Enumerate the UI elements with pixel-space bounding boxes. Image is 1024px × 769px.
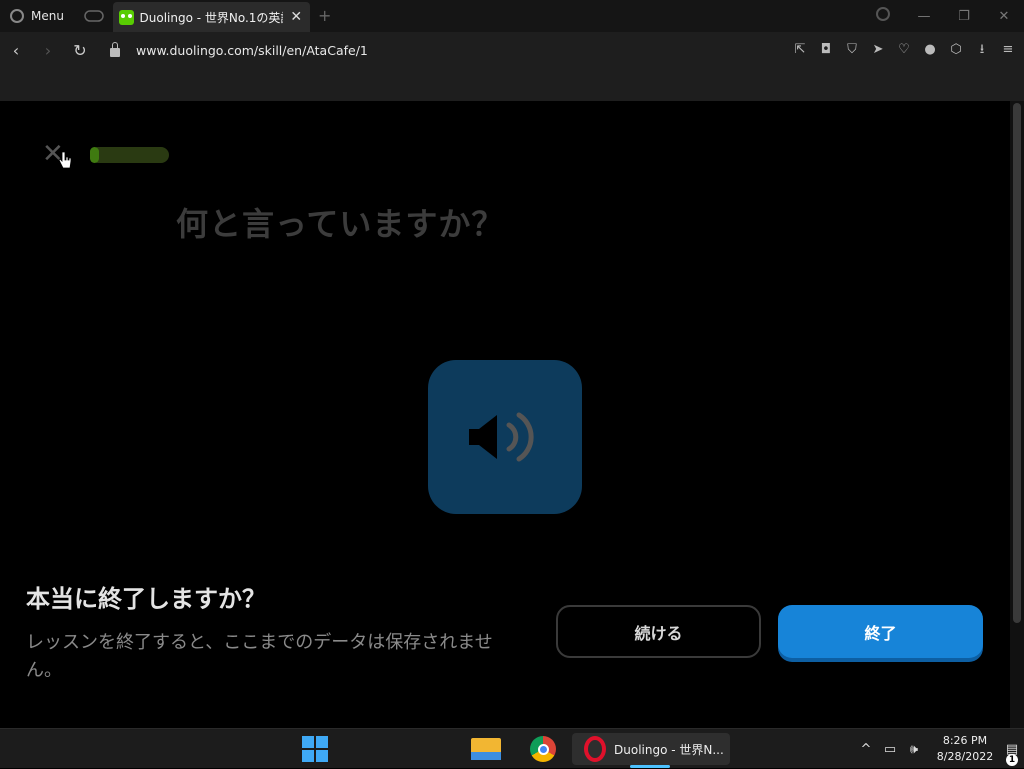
forward-icon[interactable]: › <box>32 41 64 60</box>
easy-setup-icon[interactable]: ≡ <box>1000 42 1016 58</box>
lesson-progress-fill <box>90 147 100 163</box>
opera-menu-button[interactable]: Menu <box>0 0 74 32</box>
window-controls: — ❐ ✕ <box>904 0 1024 32</box>
play-audio-button[interactable] <box>428 360 582 514</box>
heart-icon[interactable]: ♡ <box>896 42 912 58</box>
opera-taskbar-button[interactable]: Duolingo - 世界N... <box>572 733 730 768</box>
quit-dialog-message: レッスンを終了すると、ここまでのデータは保存されません。 <box>26 632 493 681</box>
browser-tab-bar: Menu Duolingo - 世界No.1の英語 ✕ + — ❐ ✕ <box>0 0 1024 32</box>
camera-icon[interactable]: ◘ <box>818 42 834 58</box>
opera-icon <box>584 736 606 762</box>
shield-icon[interactable]: ⛉ <box>844 42 860 58</box>
share-icon[interactable]: ⇱ <box>792 42 808 58</box>
clock[interactable]: 8:26 PM 8/28/2022 <box>930 733 1000 765</box>
continue-button[interactable]: 続ける <box>556 605 761 658</box>
new-tab-icon[interactable]: + <box>318 6 331 25</box>
active-tab[interactable]: Duolingo - 世界No.1の英語 ✕ <box>113 2 310 32</box>
tab-title: Duolingo - 世界No.1の英語 <box>139 10 283 25</box>
volume-icon[interactable]: 🕪 <box>902 742 926 757</box>
notification-count: 1 <box>1006 753 1018 766</box>
hand-cursor-icon <box>58 151 72 169</box>
chrome-icon <box>530 736 556 762</box>
lesson-page: ✕ 何と言っていますか？ 本当に終了しますか？ レッスンを終了すると、ここまでの… <box>0 101 1010 728</box>
menu-label: Menu <box>31 9 64 23</box>
vpn-icon[interactable]: ● <box>922 42 938 58</box>
duolingo-favicon-icon <box>119 9 134 25</box>
url-field[interactable]: www.duolingo.com/skill/en/AtaCafe/1 <box>136 43 368 58</box>
cube-icon[interactable]: ⬡ <box>948 42 964 58</box>
scrollbar-thumb[interactable] <box>1013 103 1021 623</box>
windows-logo-icon <box>302 736 328 762</box>
reload-icon[interactable]: ↻ <box>64 41 96 60</box>
gamepad-icon[interactable] <box>84 9 104 23</box>
start-button[interactable] <box>300 733 330 765</box>
send-icon[interactable]: ➤ <box>870 42 886 58</box>
window-close-icon[interactable]: ✕ <box>984 9 1024 24</box>
tab-close-icon[interactable]: ✕ <box>289 9 304 25</box>
clock-date: 8/28/2022 <box>936 750 994 763</box>
address-bar-icons: ⇱ ◘ ⛉ ➤ ♡ ● ⬡ ⭳ ≡ <box>792 32 1016 68</box>
lesson-progress-bar <box>90 147 169 163</box>
opera-task-label: Duolingo - 世界N... <box>614 742 724 757</box>
file-explorer-button[interactable] <box>468 733 504 765</box>
address-bar: ‹ › ↻ www.duolingo.com/skill/en/AtaCafe/… <box>0 32 1024 68</box>
chrome-button[interactable] <box>525 733 561 765</box>
notification-icon[interactable]: ▤ 1 <box>1000 742 1024 766</box>
restore-icon[interactable]: ❐ <box>944 9 984 24</box>
clock-time: 8:26 PM <box>942 734 988 747</box>
lock-icon <box>110 41 120 57</box>
back-icon[interactable]: ‹ <box>0 41 32 60</box>
quit-button[interactable]: 終了 <box>778 605 983 658</box>
minimize-icon[interactable]: — <box>904 9 944 24</box>
download-icon[interactable]: ⭳ <box>974 42 990 58</box>
tab-search-icon[interactable] <box>876 7 890 21</box>
lesson-prompt: 何と言っていますか？ <box>176 205 505 243</box>
system-tray: ^ ▭ 🕪 8:26 PM 8/28/2022 ▤ 1 <box>854 729 1024 769</box>
chevron-up-icon[interactable]: ^ <box>854 742 878 757</box>
quit-dialog-title: 本当に終了しますか？ <box>26 585 266 613</box>
windows-taskbar: Duolingo - 世界N... ^ ▭ 🕪 8:26 PM 8/28/202… <box>0 728 1024 768</box>
speaker-icon <box>469 412 534 462</box>
opera-logo-icon <box>10 9 24 23</box>
network-icon[interactable]: ▭ <box>878 742 902 757</box>
toolbar-spacer <box>0 68 1024 101</box>
folder-icon <box>471 738 501 760</box>
